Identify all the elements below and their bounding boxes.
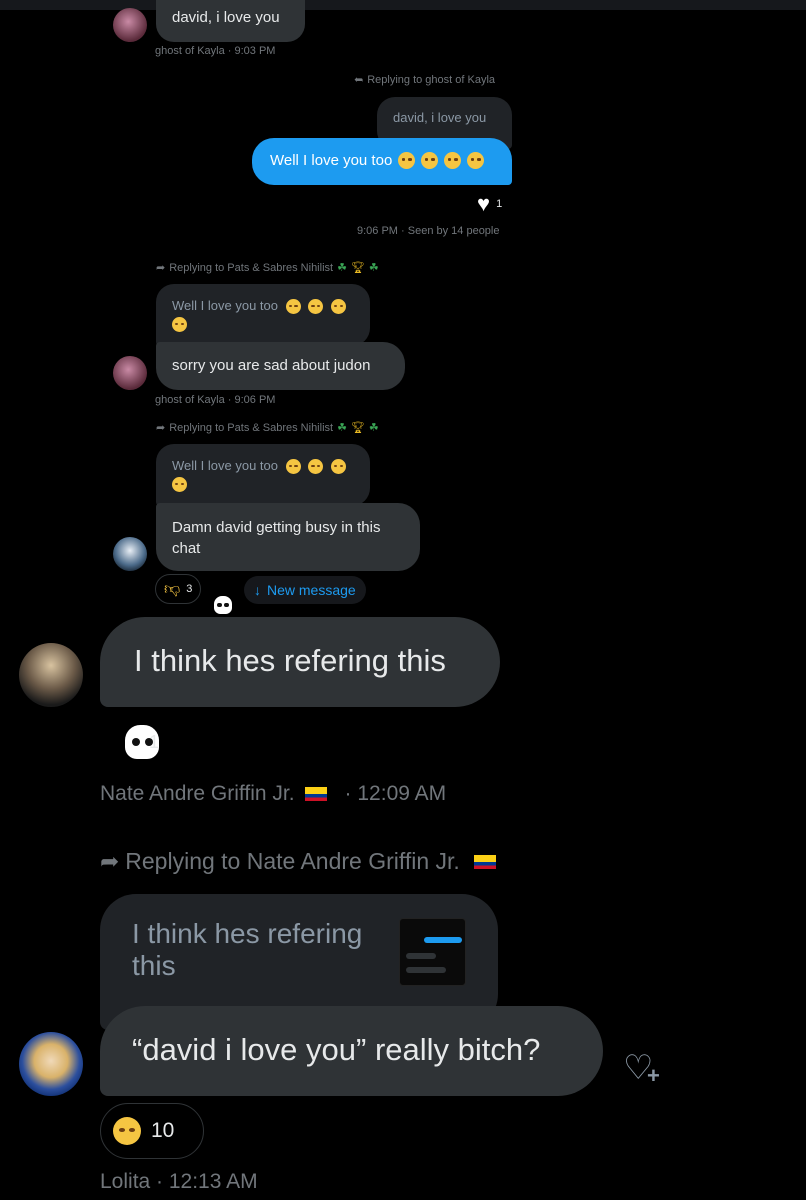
- thumbnail-preview-bar: [406, 967, 446, 973]
- avatar-ghost-of-kayla[interactable]: [113, 356, 147, 390]
- shamrock-icon: ☘: [368, 422, 379, 434]
- colombia-flag-icon: [473, 854, 496, 869]
- reply-arrow-icon: ➦: [156, 422, 166, 434]
- message-text: sorry you are sad about judon: [172, 357, 371, 374]
- tears-of-joy-icon: [113, 1117, 141, 1145]
- thumbnail-preview-bar: [406, 953, 436, 959]
- crying-face-icon: [421, 152, 439, 169]
- quoted-text: I think hes refering this: [132, 918, 363, 981]
- crying-face-icon: [308, 299, 324, 315]
- message-text: Damn david getting busy in this chat: [172, 519, 381, 557]
- crying-face-icon: [330, 459, 346, 475]
- crying-face-icon: [172, 477, 187, 493]
- message-bubble[interactable]: Damn david getting busy in this chat: [156, 503, 420, 571]
- laughing-reaction[interactable]: 10: [100, 1103, 204, 1159]
- reply-label: ➦ Replying to Nate Andre Griffin Jr.: [100, 848, 496, 875]
- crying-face-icon: [285, 299, 301, 315]
- message-text: “david i love you” really bitch?: [132, 1032, 541, 1067]
- thumbs-down-icon: 👎︎: [164, 580, 181, 598]
- avatar-nate-andre-griffin[interactable]: [19, 643, 83, 707]
- trophy-icon: 🏆︎: [350, 422, 365, 434]
- message-meta: ghost of Kayla · 9:06 PM: [155, 394, 276, 406]
- shamrock-icon: ☘: [368, 262, 379, 274]
- reaction-count: 10: [151, 1119, 175, 1142]
- message-meta: Nate Andre Griffin Jr. · 12:09 AM: [100, 782, 447, 805]
- quoted-message[interactable]: Well I love you too: [156, 284, 370, 346]
- thumbnail-preview-bar: [424, 937, 462, 943]
- reaction-count: 1: [149, 732, 160, 752]
- quoted-text: Well I love you too: [172, 457, 362, 493]
- reply-arrow-icon: ➦: [354, 74, 364, 86]
- message-bubble[interactable]: david, i love you: [156, 0, 305, 42]
- quoted-text: david, i love you: [393, 110, 487, 125]
- reaction-count: 1: [496, 198, 503, 210]
- message-bubble[interactable]: “david i love you” really bitch?: [100, 1006, 603, 1096]
- thumbs-down-reaction[interactable]: 👎︎ 3: [155, 574, 202, 604]
- crying-face-icon: [398, 152, 416, 169]
- message-bubble-sent[interactable]: Well I love you too: [252, 138, 512, 185]
- crying-face-icon: [330, 299, 346, 315]
- quoted-text: Well I love you too: [172, 297, 362, 333]
- reply-label: ➦ Replying to Pats & Sabres Nihilist ☘ 🏆…: [156, 421, 379, 435]
- crying-face-icon: [444, 152, 462, 169]
- message-text: I think hes refering this: [134, 643, 446, 678]
- crying-face-icon: [172, 317, 187, 333]
- reply-label: ➦ Replying to ghost of Kayla: [354, 73, 496, 87]
- message-text: david, i love you: [172, 9, 280, 26]
- quoted-message[interactable]: Well I love you too: [156, 444, 370, 506]
- reaction-count: 3: [186, 583, 193, 595]
- reply-arrow-icon: ➦: [156, 262, 166, 274]
- colombia-flag-icon: [304, 787, 327, 801]
- reply-arrow-icon: ➦: [100, 848, 120, 874]
- crying-face-icon: [308, 459, 324, 475]
- plus-icon: +: [647, 1063, 660, 1088]
- message-meta: Lolita · 12:13 AM: [100, 1170, 258, 1193]
- crying-face-icon: [285, 459, 301, 475]
- crying-face-icon: [467, 152, 485, 169]
- trophy-icon: 🏆︎: [350, 262, 365, 274]
- new-message-button[interactable]: ↓ New message: [244, 576, 366, 604]
- top-bar: [0, 0, 806, 10]
- message-text: Well I love you too: [270, 152, 485, 169]
- avatar-pats-sabres-nihilist[interactable]: [113, 537, 147, 571]
- heart-reaction[interactable]: ♥ 1: [477, 193, 502, 215]
- shamrock-icon: ☘: [337, 422, 347, 434]
- arrow-down-icon: ↓: [254, 582, 261, 598]
- avatar-lolita[interactable]: [19, 1032, 83, 1096]
- reply-label: ➦ Replying to Pats & Sabres Nihilist ☘ 🏆…: [156, 261, 379, 275]
- shamrock-icon: ☘: [337, 262, 347, 274]
- message-bubble[interactable]: I think hes refering this: [100, 617, 500, 707]
- skull-icon[interactable]: [214, 596, 232, 614]
- message-bubble[interactable]: sorry you are sad about judon: [156, 342, 405, 390]
- heart-icon: ♥: [477, 191, 491, 216]
- message-meta: ghost of Kayla · 9:03 PM: [155, 45, 276, 57]
- avatar-ghost-of-kayla[interactable]: [113, 8, 147, 42]
- add-reaction-button[interactable]: ♡ +: [623, 1051, 667, 1091]
- screenshot-thumbnail[interactable]: [399, 918, 466, 986]
- message-meta: 9:06 PM · Seen by 14 people: [357, 225, 500, 237]
